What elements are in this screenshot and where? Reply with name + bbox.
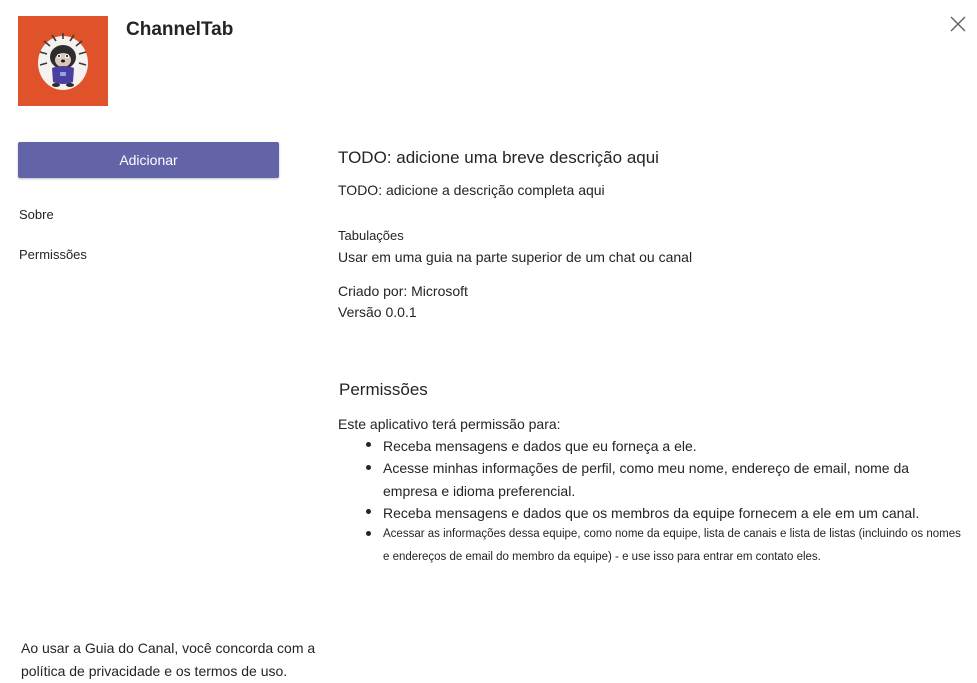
permissions-list: Receba mensagens e dados que eu forneça …	[364, 436, 964, 568]
permission-item: Acesse minhas informações de perfil, com…	[364, 457, 964, 503]
add-button[interactable]: Adicionar	[18, 142, 279, 178]
porcupine-mascot-icon	[38, 33, 88, 90]
app-name: ChannelTab	[126, 19, 234, 40]
close-icon[interactable]	[948, 14, 968, 34]
bullet-icon	[366, 509, 371, 514]
permission-text: Receba mensagens e dados que eu forneça …	[383, 438, 697, 454]
close-button[interactable]	[948, 14, 968, 34]
created-by: Criado por: Microsoft	[338, 283, 468, 299]
bullet-icon	[366, 465, 371, 470]
permissions-title: Permissões	[339, 380, 428, 399]
bullet-icon	[366, 531, 371, 536]
permission-item: Receba mensagens e dados que eu forneça …	[364, 436, 964, 456]
nav-about[interactable]: Sobre	[19, 207, 54, 222]
permission-item: Receba mensagens e dados que os membros …	[364, 503, 964, 523]
bullet-icon	[366, 442, 371, 447]
app-logo	[18, 16, 108, 106]
permission-text: Acessar as informações dessa equipe, com…	[383, 528, 961, 563]
full-description: TODO: adicione a descrição completa aqui	[338, 182, 605, 198]
short-description: TODO: adicione uma breve descrição aqui	[338, 148, 659, 167]
permission-text: Acesse minhas informações de perfil, com…	[383, 460, 910, 499]
capability-label: Tabulações	[338, 228, 404, 243]
version: Versão 0.0.1	[338, 304, 417, 320]
capability-value: Usar em uma guia na parte superior de um…	[338, 249, 693, 265]
nav-permissions[interactable]: Permissões	[19, 247, 87, 262]
permission-text: Receba mensagens e dados que os membros …	[383, 505, 920, 521]
permissions-intro: Este aplicativo terá permissão para:	[338, 416, 561, 432]
permission-item: Acessar as informações dessa equipe, com…	[364, 523, 964, 568]
footer-terms: Ao usar a Guia do Canal, você concorda c…	[21, 640, 316, 679]
